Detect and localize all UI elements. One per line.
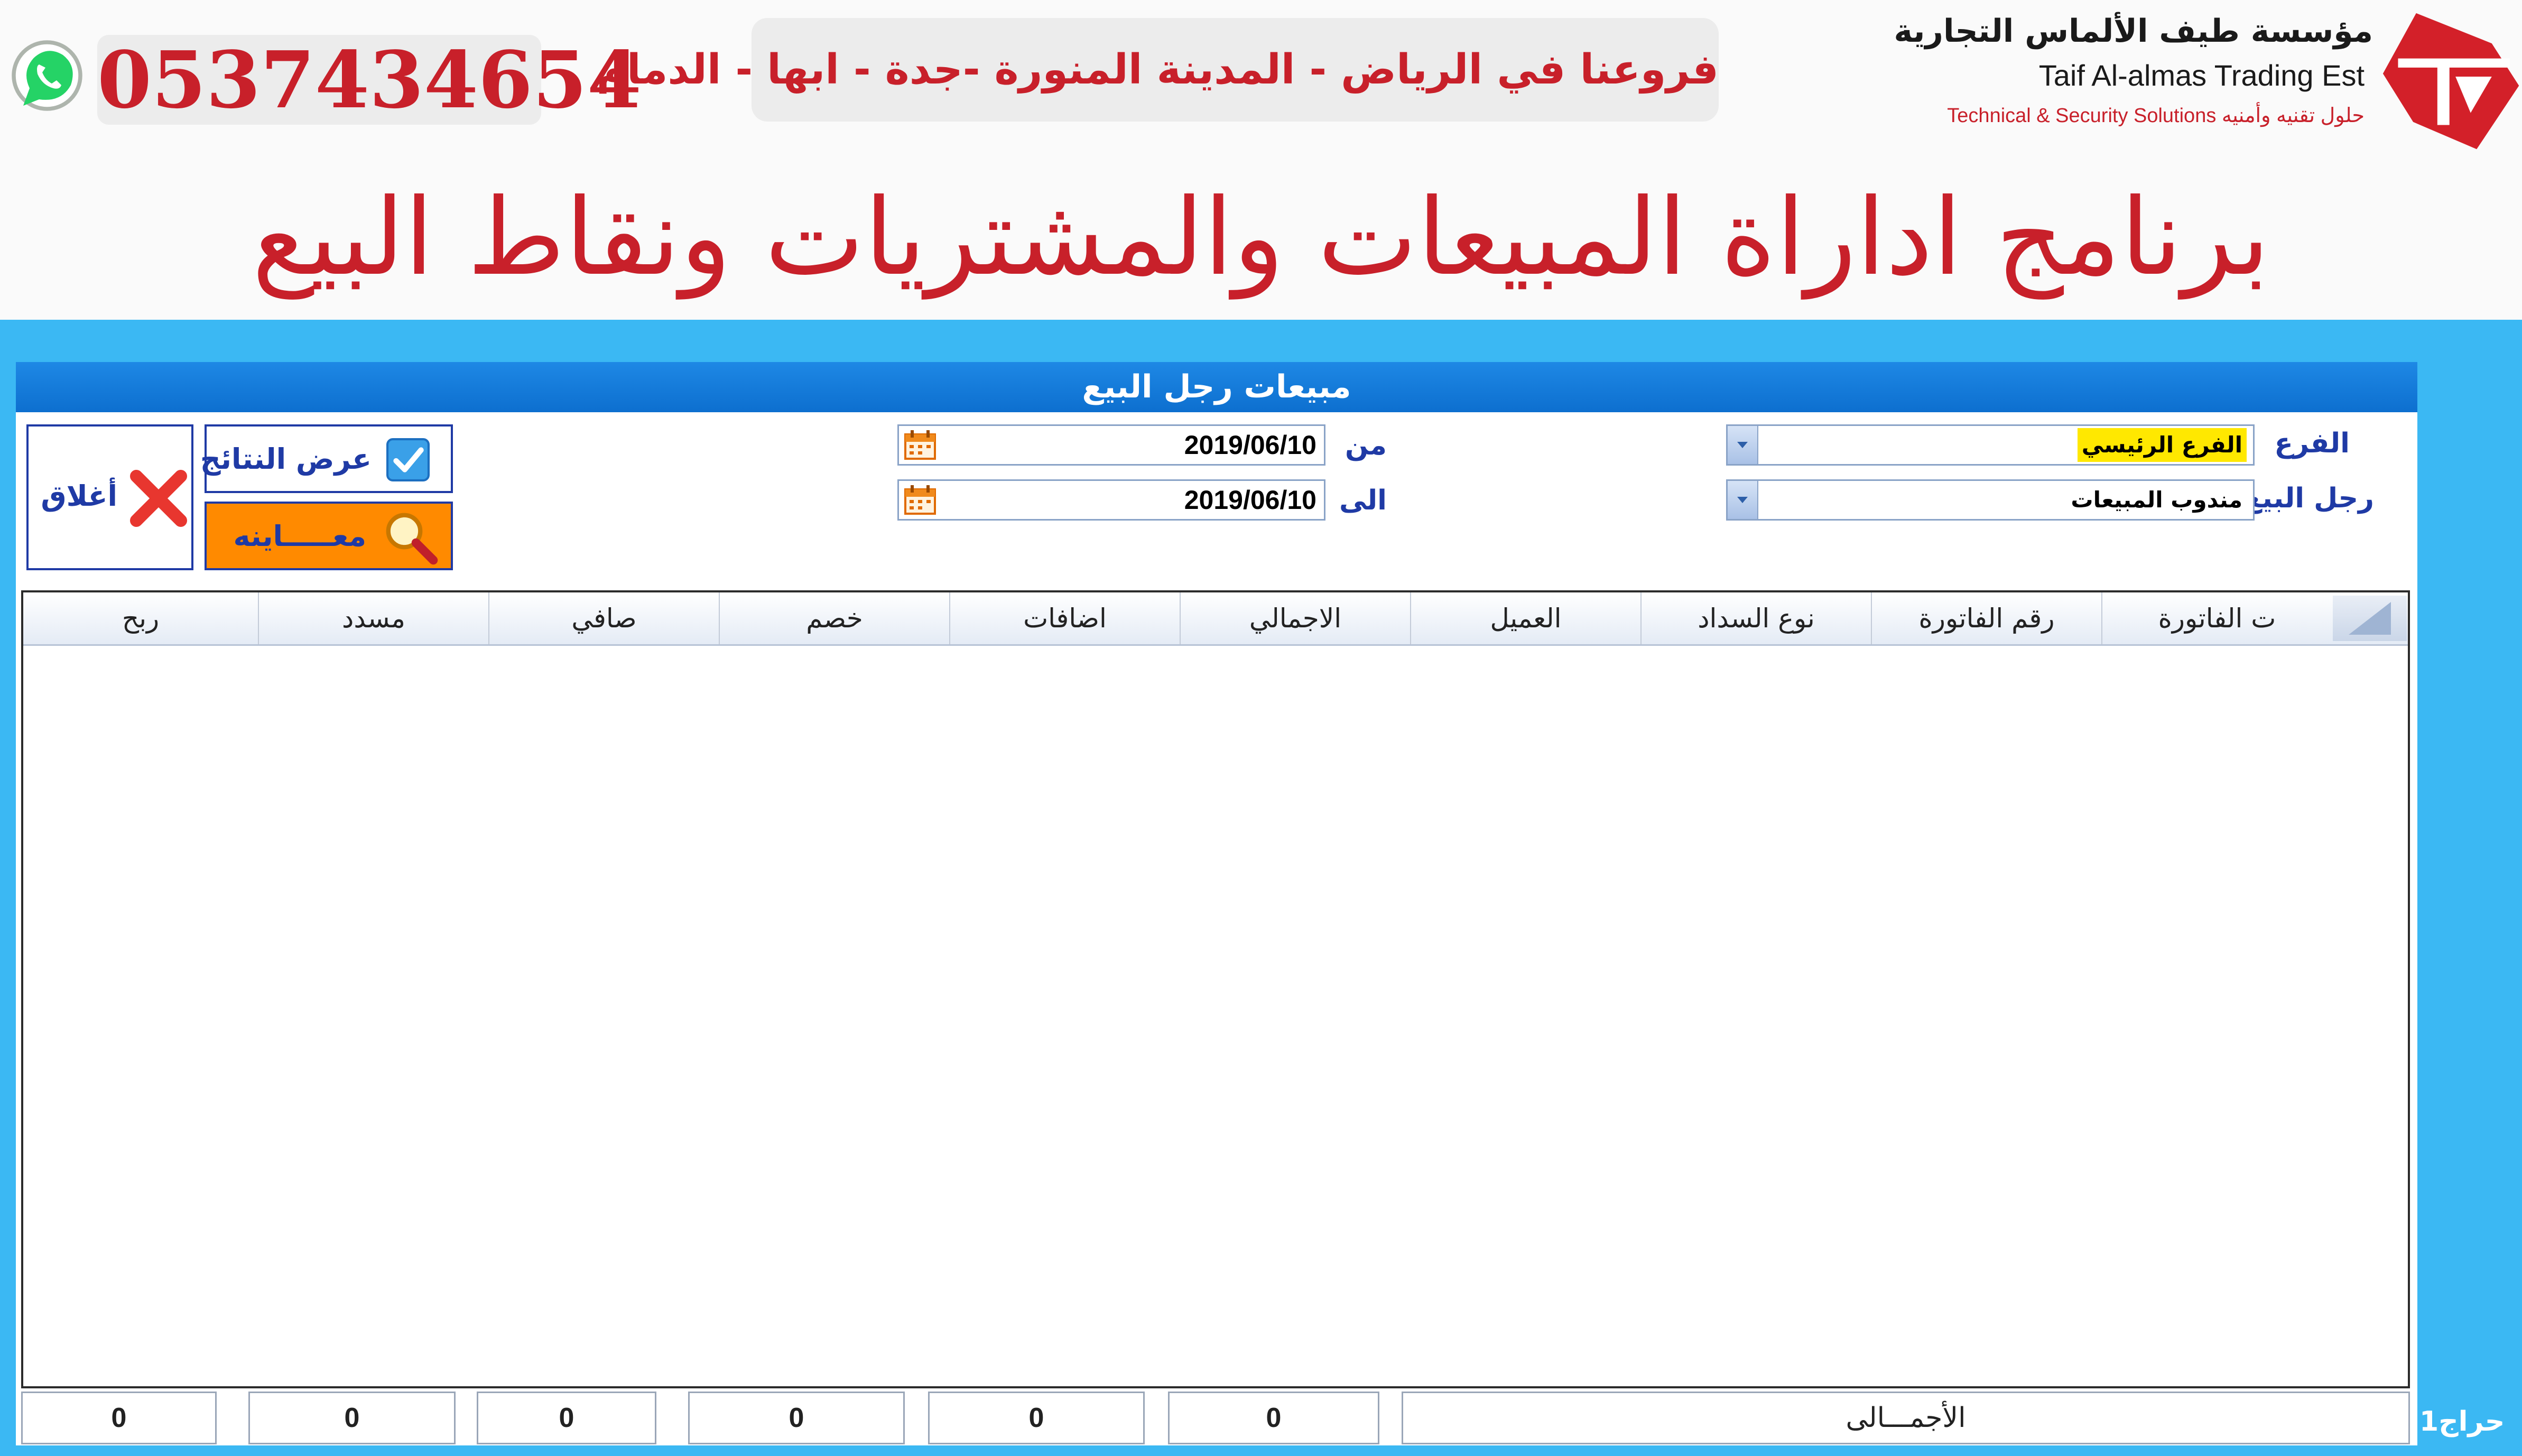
column-header-paid[interactable]: مسدد <box>258 592 488 644</box>
branches-text: فروعنا في الرياض - المدينة المنورة -جدة … <box>596 46 1719 94</box>
column-header-customer[interactable]: العميل <box>1410 592 1640 644</box>
total-paid: 0 <box>248 1392 456 1444</box>
column-header-invoice-number[interactable]: رقم الفاتورة <box>1871 592 2101 644</box>
salesman-dropdown[interactable]: مندوب المبيعات <box>1726 479 2255 521</box>
grid-corner[interactable] <box>2333 596 2407 641</box>
whatsapp-icon <box>12 40 82 111</box>
column-header-discount[interactable]: خصم <box>719 592 949 644</box>
select-all-icon <box>2349 602 2391 635</box>
salesman-label: رجل البيع <box>2243 483 2374 514</box>
results-grid[interactable]: ت الفاتورة رقم الفاتورة نوع السداد العمي… <box>21 590 2410 1388</box>
chevron-down-icon <box>1737 497 1748 503</box>
company-logo <box>2382 13 2519 150</box>
app-background: مبيعات رجل البيع الفرع الفرع الرئيسي رجل… <box>0 320 2522 1456</box>
branches-box: فروعنا في الرياض - المدينة المنورة -جدة … <box>596 18 1719 122</box>
to-date-picker[interactable]: 2019/06/10 <box>897 479 1325 521</box>
window-title: مبيعات رجل البيع <box>16 362 2417 412</box>
calendar-icon[interactable] <box>904 430 936 460</box>
from-date-picker[interactable]: 2019/06/10 <box>897 424 1325 466</box>
branch-value: الفرع الرئيسي <box>2077 428 2247 462</box>
preview-label: معـــــاينه <box>233 520 366 553</box>
total-net: 0 <box>477 1392 656 1444</box>
grid-header: ت الفاتورة رقم الفاتورة نوع السداد العمي… <box>23 592 2408 646</box>
column-header-additions[interactable]: اضافات <box>949 592 1180 644</box>
main-title: برنامج اداراة المبيعات والمشتريات ونقاط … <box>252 176 2270 299</box>
salesman-value: مندوب المبيعات <box>2071 487 2242 513</box>
total-discount: 0 <box>688 1392 905 1444</box>
salesman-dropdown-button[interactable] <box>1728 481 1758 519</box>
branch-label: الفرع <box>2274 428 2350 459</box>
company-tagline: Technical & Security Solutions حلول تقني… <box>1947 105 2365 127</box>
company-name-english: Taif Al-almas Trading Est <box>2038 59 2365 92</box>
phone-number: 0537434654 <box>97 34 642 126</box>
total-additions: 0 <box>928 1392 1145 1444</box>
totals-row: 0 0 0 0 0 0 الأجمـــالى <box>21 1392 2410 1444</box>
close-button[interactable]: أغلاق <box>26 424 193 570</box>
total-grand: 0 <box>1168 1392 1379 1444</box>
totals-label: الأجمـــالى <box>1402 1392 2410 1444</box>
watermark-tag: حراج1 <box>2419 1406 2505 1438</box>
to-date-value: 2019/06/10 <box>1184 485 1316 515</box>
salesman-sales-window: مبيعات رجل البيع الفرع الفرع الرئيسي رجل… <box>16 362 2417 1445</box>
from-date-value: 2019/06/10 <box>1184 430 1316 460</box>
from-date-label: من <box>1345 430 1387 461</box>
checkbox-checked-icon <box>386 438 430 481</box>
close-icon <box>130 470 187 527</box>
chevron-down-icon <box>1737 442 1748 448</box>
company-name-arabic: مؤسسة طيف الألماس التجارية <box>1894 13 2373 50</box>
close-label: أغلاق <box>41 479 117 513</box>
preview-button[interactable]: معـــــاينه <box>205 502 453 570</box>
column-header-profit[interactable]: ربح <box>23 592 258 644</box>
phone-number-box: 0537434654 <box>97 34 642 126</box>
column-header-net[interactable]: صافي <box>488 592 719 644</box>
magnifier-icon <box>386 513 438 565</box>
promo-banner: 0537434654 فروعنا في الرياض - المدينة ال… <box>0 0 2522 320</box>
column-header-total[interactable]: الاجمالي <box>1180 592 1410 644</box>
total-profit: 0 <box>21 1392 217 1444</box>
branch-dropdown-button[interactable] <box>1728 426 1758 464</box>
column-header-payment-type[interactable]: نوع السداد <box>1640 592 1871 644</box>
column-header-invoice-date[interactable]: ت الفاتورة <box>2101 592 2332 644</box>
show-results-button[interactable]: عرض النتائج <box>200 424 453 493</box>
calendar-icon[interactable] <box>904 485 936 515</box>
branch-dropdown[interactable]: الفرع الرئيسي <box>1726 424 2255 466</box>
to-date-label: الى <box>1339 485 1387 516</box>
show-results-label: عرض النتائج <box>200 442 372 476</box>
